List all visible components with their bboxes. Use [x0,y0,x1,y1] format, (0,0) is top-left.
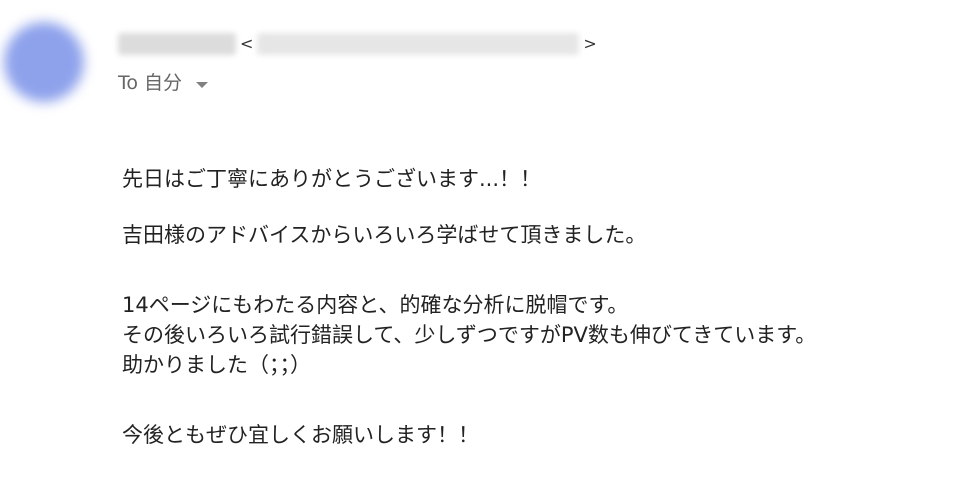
avatar[interactable] [4,22,84,102]
email-bracket-close: > [583,34,597,53]
recipient-details-toggle[interactable]: To 自分 [118,70,601,96]
sender-name-redacted [118,33,236,55]
email-bracket-open: < [240,34,254,53]
email-header: < > To 自分 [118,30,601,98]
sender-email-redacted [257,33,580,55]
message-body: 先日はご丁寧にありがとうございます...！！ 吉田様のアドバイスからいろいろ学ば… [122,164,816,450]
sender-line: < > [118,30,601,58]
message-line: 14ページにもわたる内容と、的確な分析に脱帽です。 [122,293,629,317]
chevron-down-icon[interactable] [196,81,209,88]
recipient-label: To 自分 [118,72,183,94]
message-line: 今後ともぜひ宜しくお願いします！！ [122,423,479,447]
message-line: その後いろいろ試行錯誤して、少しずつですがPV数も伸びてきています。 [122,323,817,347]
message-line: 助かりました（；；） [122,353,311,377]
message-line: 吉田様のアドバイスからいろいろ学ばせて頂きました。 [122,223,647,247]
email-view: < > To 自分 先日はご丁寧にありがとうございます...！！ 吉田様のアドバ… [0,0,980,490]
message-line: 先日はご丁寧にありがとうございます...！！ [122,167,542,191]
